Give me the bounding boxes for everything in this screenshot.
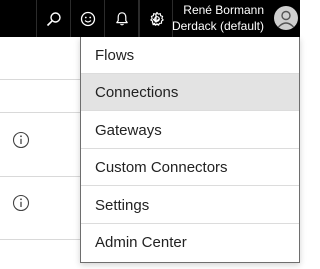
top-bar: René Bormann Derdack (default): [0, 0, 300, 37]
search-button[interactable]: [36, 0, 70, 37]
smiley-icon: [80, 11, 95, 26]
gear-icon: [149, 11, 164, 26]
person-icon: [277, 10, 295, 28]
menu-item-gateways[interactable]: Gateways: [81, 112, 299, 149]
menu-item-connections[interactable]: Connections: [81, 74, 299, 111]
search-icon: [46, 11, 61, 26]
menu-item-flows[interactable]: Flows: [81, 37, 299, 74]
info-icon[interactable]: [12, 194, 30, 212]
menu-item-admin-center[interactable]: Admin Center: [81, 224, 299, 261]
row-divider: [0, 79, 80, 80]
user-name: René Bormann: [183, 3, 264, 17]
row-divider: [0, 239, 80, 240]
row-divider: [0, 176, 80, 177]
row-divider: [0, 112, 80, 113]
menu-item-settings[interactable]: Settings: [81, 187, 299, 224]
menu-item-custom-connectors[interactable]: Custom Connectors: [81, 149, 299, 186]
settings-dropdown-menu: Flows Connections Gateways Custom Connec…: [80, 37, 300, 263]
notifications-button[interactable]: [104, 0, 138, 37]
bell-icon: [115, 11, 128, 25]
info-icon[interactable]: [12, 131, 30, 149]
settings-button[interactable]: [139, 0, 173, 37]
feedback-button[interactable]: [70, 0, 104, 37]
avatar[interactable]: [274, 6, 298, 30]
user-account-button[interactable]: René Bormann Derdack (default): [139, 0, 300, 37]
environment-name: Derdack (default): [171, 19, 264, 33]
